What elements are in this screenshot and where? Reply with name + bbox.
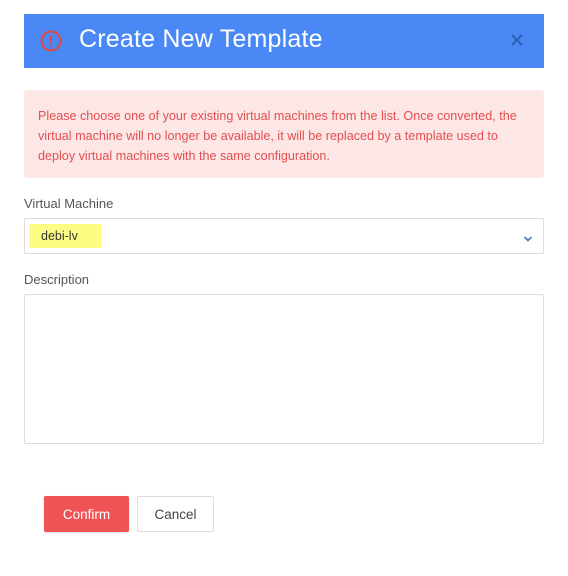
chevron-down-icon <box>523 231 533 242</box>
dialog-header: Create New Template <box>24 14 544 68</box>
close-icon[interactable] <box>508 31 526 49</box>
alert-circle-icon <box>40 30 62 52</box>
description-textarea[interactable] <box>24 294 544 444</box>
virtual-machine-label: Virtual Machine <box>24 196 114 211</box>
confirm-button[interactable]: Confirm <box>44 496 129 532</box>
description-label: Description <box>24 272 90 287</box>
selected-vm-value: debi-lv <box>29 224 101 248</box>
create-template-dialog: Create New Template Please choose one of… <box>0 0 568 576</box>
info-alert: Please choose one of your existing virtu… <box>24 90 544 178</box>
dialog-title: Create New Template <box>79 25 323 53</box>
cancel-button[interactable]: Cancel <box>137 496 214 532</box>
virtual-machine-select[interactable]: debi-lv <box>24 218 544 254</box>
